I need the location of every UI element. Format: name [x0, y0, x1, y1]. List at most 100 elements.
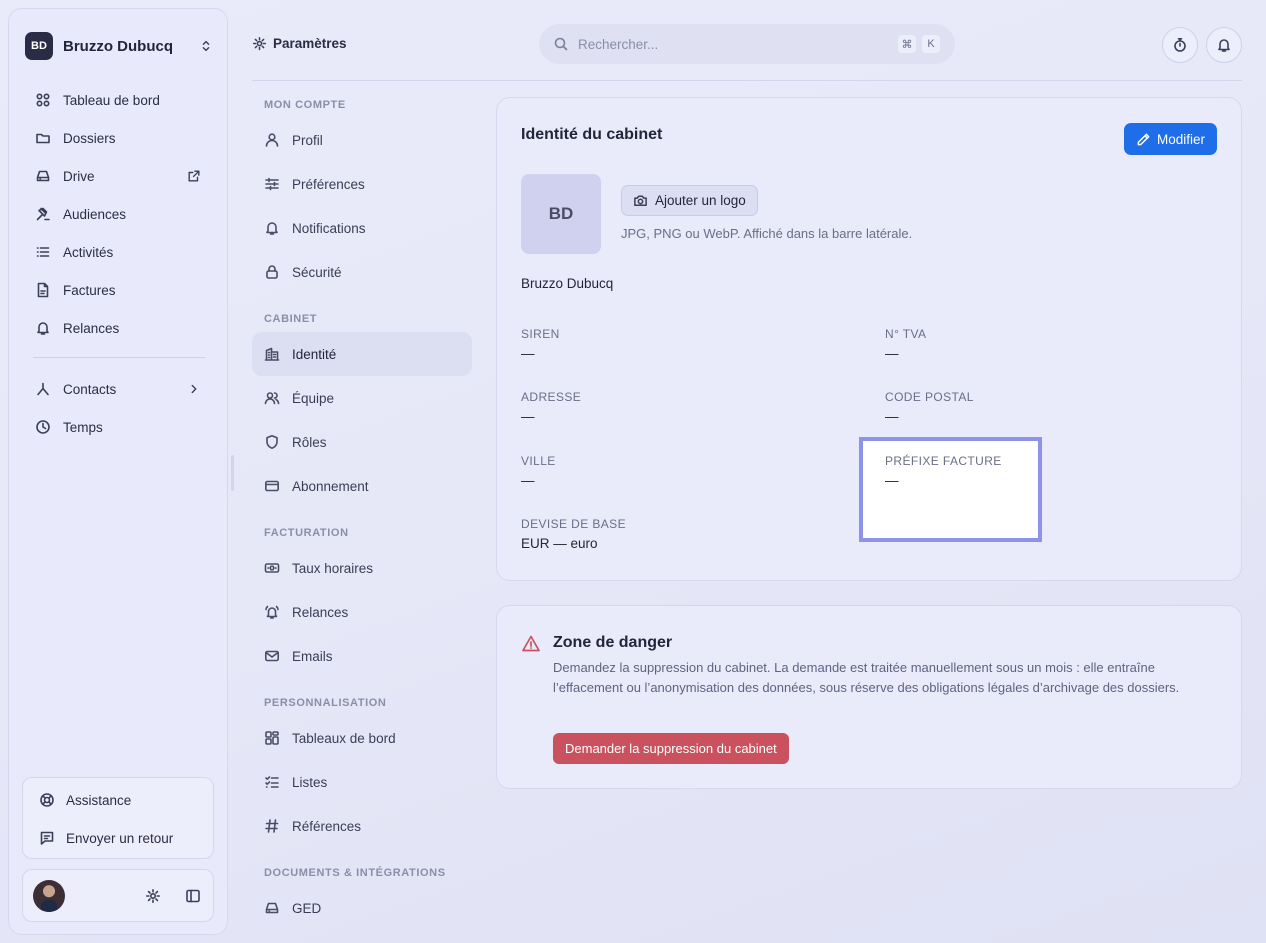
bell-icon	[266, 222, 278, 235]
clock-icon	[36, 420, 50, 434]
sidebar-item-tableau-de-bord[interactable]: Tableau de bord	[25, 81, 213, 119]
sidebar-item-label: Tableau de bord	[63, 92, 160, 108]
tab-preferences[interactable]: Préférences	[252, 162, 472, 206]
bell-icon	[1218, 39, 1230, 52]
settings-item-label: Taux horaires	[292, 560, 374, 576]
sidebar-item-temps[interactable]: Temps	[25, 408, 213, 446]
hash-icon	[265, 819, 279, 833]
settings-nav: MON COMPTE Profil Préférences Notificati…	[252, 92, 472, 930]
gear-icon	[252, 36, 267, 51]
settings-item-label: Listes	[292, 774, 328, 790]
settings-group-title: PERSONNALISATION	[264, 697, 387, 709]
sidebar-toggle-icon[interactable]	[185, 888, 201, 904]
sidebar-item-label: Contacts	[63, 381, 117, 397]
lifebuoy-icon	[40, 793, 54, 807]
add-logo-label: Ajouter un logo	[655, 193, 746, 208]
settings-group-title: MON COMPTE	[264, 99, 346, 111]
sidebar-item-label: Dossiers	[63, 130, 116, 146]
page-title: Paramètres	[273, 36, 347, 51]
sidebar-item-factures[interactable]: Factures	[25, 271, 213, 309]
tab-emails[interactable]: Emails	[252, 634, 472, 678]
settings-item-label: Rôles	[292, 434, 327, 450]
field-label: CODE POSTAL	[885, 390, 974, 404]
tab-identite[interactable]: Identité	[252, 332, 472, 376]
sidebar-item-label: Audiences	[63, 206, 127, 222]
edit-button[interactable]: Modifier	[1123, 123, 1217, 155]
tab-securite[interactable]: Sécurité	[252, 250, 472, 294]
sidebar-item-audiences[interactable]: Audiences	[25, 195, 213, 233]
tab-equipe[interactable]: Équipe	[252, 376, 472, 420]
assistance-label: Assistance	[66, 792, 132, 808]
pencil-icon	[1137, 133, 1150, 145]
field-code-postal: CODE POSTAL —	[885, 390, 974, 424]
tab-roles[interactable]: Rôles	[252, 420, 472, 464]
field-value: —	[885, 409, 899, 424]
sidebar-item-label: Temps	[63, 419, 103, 435]
sidebar-item-activites[interactable]: Activités	[25, 233, 213, 271]
sidebar-item-label: Factures	[63, 282, 116, 298]
field-label: VILLE	[521, 454, 556, 468]
sidebar-resize-handle[interactable]	[231, 455, 234, 491]
search-input[interactable]	[578, 36, 878, 52]
dashboard-icon	[265, 731, 279, 745]
users-icon	[264, 392, 280, 405]
sliders-icon	[265, 177, 279, 191]
notifications-button[interactable]	[1206, 27, 1242, 63]
settings-item-label: Notifications	[292, 220, 366, 236]
settings-item-label: GED	[292, 900, 322, 916]
tab-ged[interactable]: GED	[252, 886, 472, 930]
tab-profil[interactable]: Profil	[252, 118, 472, 162]
settings-item-label: Préférences	[292, 176, 365, 192]
checklist-icon	[265, 776, 279, 788]
field-value: —	[521, 346, 535, 361]
external-link-icon	[188, 170, 200, 182]
feedback-label: Envoyer un retour	[66, 830, 174, 846]
field-prefixe-facture: PRÉFIXE FACTURE —	[885, 454, 1002, 488]
settings-item-label: Identité	[292, 346, 337, 362]
timer-button[interactable]	[1162, 27, 1198, 63]
lock-icon	[266, 265, 278, 279]
tab-listes[interactable]: Listes	[252, 760, 472, 804]
sidebar-item-relances[interactable]: Relances	[25, 309, 213, 347]
tab-taux-horaires[interactable]: Taux horaires	[252, 546, 472, 590]
request-deletion-button[interactable]: Demander la suppression du cabinet	[553, 733, 789, 764]
search-bar[interactable]: ⌘ K	[539, 24, 955, 64]
card-title: Identité du cabinet	[521, 126, 663, 143]
header-divider	[252, 80, 1242, 81]
identity-card: Identité du cabinet Modifier BD Ajouter …	[496, 97, 1242, 581]
sidebar-item-contacts[interactable]: Contacts	[25, 370, 213, 408]
settings-item-label: Relances	[292, 604, 349, 620]
help-panel: Assistance Envoyer un retour	[22, 777, 214, 859]
bell-icon	[37, 322, 49, 335]
chevron-right-icon	[191, 384, 197, 394]
banknote-icon	[264, 563, 280, 573]
settings-item-label: Tableaux de bord	[292, 730, 396, 746]
focus-highlight	[859, 437, 1042, 542]
sidebar-item-drive[interactable]: Drive	[25, 157, 213, 195]
settings-item-label: Abonnement	[292, 478, 369, 494]
add-logo-button[interactable]: Ajouter un logo	[621, 185, 758, 216]
feedback-link[interactable]: Envoyer un retour	[23, 819, 213, 857]
settings-group-title: CABINET	[264, 313, 318, 325]
tab-tableaux-de-bord[interactable]: Tableaux de bord	[252, 716, 472, 760]
settings-item-label: Sécurité	[292, 264, 342, 280]
cabinet-name: Bruzzo Dubucq	[521, 276, 614, 291]
invoice-icon	[37, 282, 49, 298]
avatar[interactable]	[33, 880, 65, 912]
sidebar-item-dossiers[interactable]: Dossiers	[25, 119, 213, 157]
tab-references[interactable]: Références	[252, 804, 472, 848]
tab-abonnement[interactable]: Abonnement	[252, 464, 472, 508]
list-icon	[36, 247, 50, 257]
gavel-icon	[36, 207, 50, 221]
user-panel	[22, 869, 214, 922]
drive-icon	[36, 170, 50, 182]
field-value: —	[885, 473, 899, 488]
field-label: DEVISE DE BASE	[521, 517, 626, 531]
tab-relances[interactable]: Relances	[252, 590, 472, 634]
assistance-link[interactable]: Assistance	[23, 781, 213, 819]
tab-notifications[interactable]: Notifications	[252, 206, 472, 250]
gear-icon[interactable]	[145, 888, 161, 904]
shortcut-key-k: K	[922, 35, 940, 53]
workspace-switcher[interactable]: BD Bruzzo Dubucq	[25, 31, 213, 61]
field-ville: VILLE —	[521, 454, 556, 488]
